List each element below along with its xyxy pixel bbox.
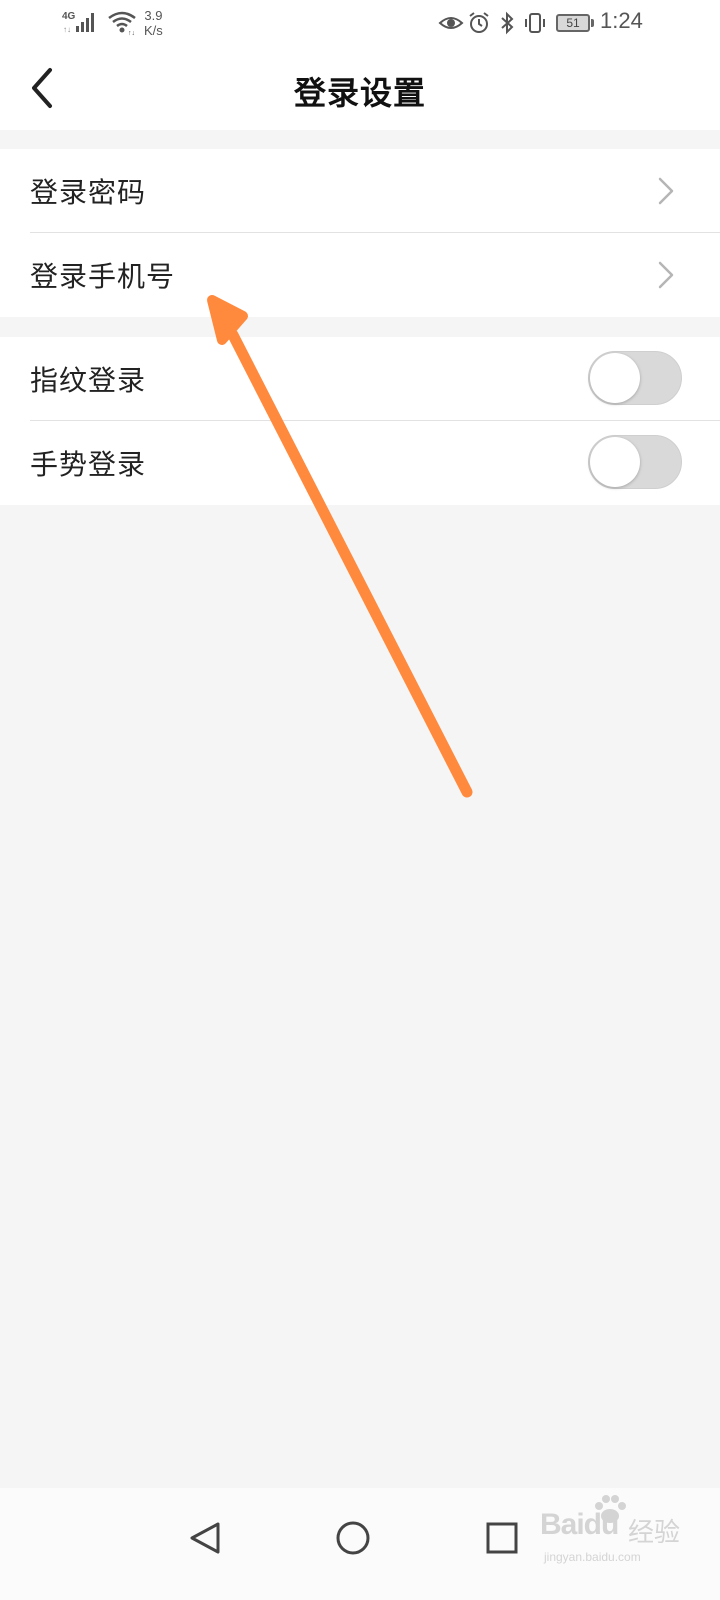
speed-value: 3.9 <box>144 8 163 23</box>
status-time: 1:24 <box>600 8 643 33</box>
setting-label: 指纹登录 <box>30 364 147 397</box>
settings-group-biometric: 指纹登录 手势登录 <box>0 337 720 505</box>
vibrate-icon <box>525 13 545 33</box>
wifi-icon: ↑↓ <box>108 11 136 36</box>
svg-text:4G: 4G <box>62 11 76 22</box>
nav-back-button[interactable] <box>176 1508 236 1568</box>
status-left: 4G ↑↓ ↑↓ 3.9 K/s <box>62 8 163 38</box>
chevron-right-icon <box>658 261 674 289</box>
signal-icon: 4G ↑↓ <box>62 11 94 34</box>
eye-icon <box>438 17 464 29</box>
watermark-text: 经验 <box>628 1517 681 1547</box>
bluetooth-icon <box>501 11 514 35</box>
setting-label: 登录密码 <box>30 176 147 209</box>
app-header: 登录设置 <box>0 48 720 130</box>
watermark-logo: Baidu <box>540 1508 619 1541</box>
svg-text:↑↓: ↑↓ <box>63 25 71 34</box>
settings-group-account: 登录密码 登录手机号 <box>0 149 720 317</box>
nav-home-button[interactable] <box>324 1508 384 1568</box>
setting-label: 登录手机号 <box>30 260 176 293</box>
network-speed: 3.9 K/s <box>144 8 163 38</box>
fingerprint-login-toggle[interactable] <box>588 351 682 405</box>
svg-text:↑↓: ↑↓ <box>128 30 135 36</box>
gesture-login-toggle[interactable] <box>588 435 682 489</box>
setting-row-login-password[interactable]: 登录密码 <box>0 149 720 233</box>
battery-level: 51 <box>566 16 580 30</box>
toggle-knob <box>590 437 640 487</box>
toggle-knob <box>590 353 640 403</box>
page-title: 登录设置 <box>293 74 426 112</box>
battery-icon: 51 <box>556 14 594 32</box>
status-bar: 4G ↑↓ ↑↓ 3.9 K/s 51 1:24 <box>0 0 720 48</box>
nav-back-icon <box>190 1522 220 1554</box>
nav-home-icon <box>336 1521 370 1555</box>
baidu-jingyan-watermark: Baidu 经验 jingyan.baidu.com <box>540 1495 710 1576</box>
status-right: 51 <box>436 10 594 36</box>
setting-label: 手势登录 <box>30 448 147 481</box>
chevron-right-icon <box>658 177 674 205</box>
watermark-url: jingyan.baidu.com <box>544 1550 641 1564</box>
nav-recent-icon <box>486 1522 518 1554</box>
speed-unit: K/s <box>144 23 163 38</box>
nav-recent-button[interactable] <box>472 1508 532 1568</box>
setting-row-login-phone[interactable]: 登录手机号 <box>0 233 720 317</box>
setting-row-fingerprint-login: 指纹登录 <box>0 337 720 421</box>
setting-row-gesture-login: 手势登录 <box>0 421 720 505</box>
alarm-icon <box>469 12 489 33</box>
